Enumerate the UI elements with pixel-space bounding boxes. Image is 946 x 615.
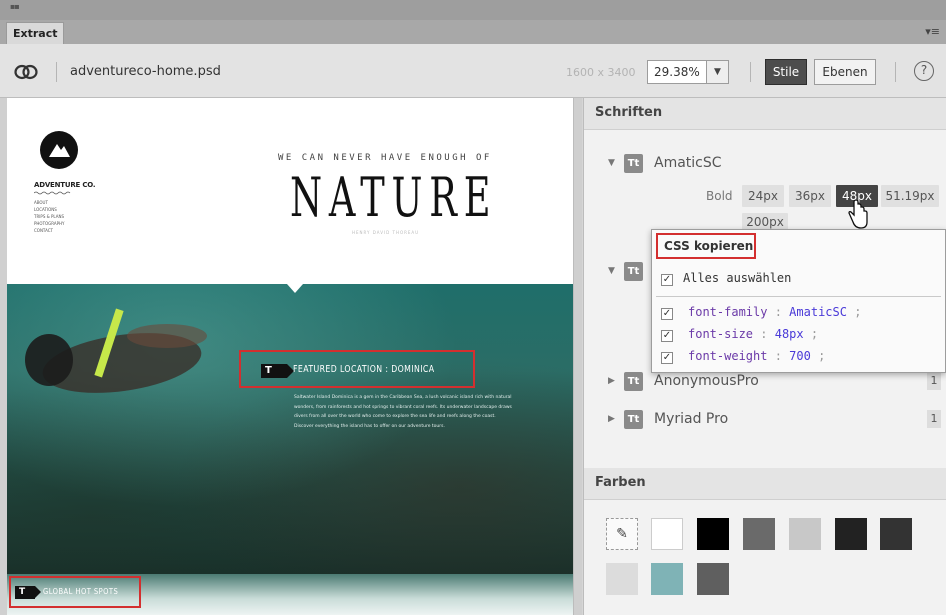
- font-item-myriad-pro[interactable]: ▶ Tt Myriad Pro 1: [584, 408, 946, 432]
- font-name: AmaticSC: [654, 155, 722, 171]
- color-swatch[interactable]: [651, 563, 683, 595]
- font-type-icon: Tt: [624, 372, 643, 391]
- filename-label: adventureco-home.psd: [70, 64, 221, 79]
- color-swatch[interactable]: [697, 563, 729, 595]
- panel-menu-icon[interactable]: ▾≡: [925, 25, 940, 38]
- font-name: Myriad Pro: [654, 411, 729, 427]
- color-swatch[interactable]: [835, 518, 867, 550]
- toolbar-divider: [895, 62, 896, 82]
- nav-item[interactable]: CONTACT: [34, 227, 64, 234]
- font-type-icon: Tt: [624, 262, 643, 281]
- hero-subtagline[interactable]: HENRY DAVID THOREAU: [352, 230, 419, 235]
- size-chip[interactable]: 24px: [742, 185, 784, 207]
- font-usage-count: 1: [927, 410, 941, 428]
- colors-section-header[interactable]: Farben: [584, 468, 946, 500]
- css-key: font-size: [688, 327, 754, 341]
- color-swatch[interactable]: [880, 518, 912, 550]
- nav-item[interactable]: PHOTOGRAPHY: [34, 220, 64, 227]
- hand-cursor-icon: [848, 200, 868, 229]
- color-swatch[interactable]: [743, 518, 775, 550]
- font-family-checkbox[interactable]: ✓: [661, 308, 673, 320]
- fonts-section-header[interactable]: Schriften: [584, 98, 946, 130]
- creative-cloud-icon[interactable]: [14, 64, 38, 80]
- css-copy-title[interactable]: CSS kopieren: [656, 233, 756, 259]
- expand-caret-icon[interactable]: ▶: [608, 414, 615, 424]
- ebenen-button[interactable]: Ebenen: [814, 59, 876, 85]
- tab-bar: [0, 20, 946, 44]
- css-value: AmaticSC: [789, 305, 847, 319]
- site-header[interactable]: ADVENTURE CO. ABOUT LOCATIONS TRIPS & PL…: [7, 98, 573, 284]
- panel-top-strip: ▪▪: [0, 0, 946, 20]
- document-dimensions: 1600 x 3400: [566, 66, 636, 79]
- zoom-dropdown-icon[interactable]: ▼: [707, 60, 729, 84]
- css-property-font-size[interactable]: font-size : 48px ;: [688, 327, 818, 341]
- size-chip[interactable]: 36px: [789, 185, 831, 207]
- font-item-amaticsc[interactable]: ▼ Tt AmaticSC: [584, 152, 946, 176]
- select-all-checkbox[interactable]: ✓: [661, 274, 673, 286]
- psd-document[interactable]: ADVENTURE CO. ABOUT LOCATIONS TRIPS & PL…: [7, 98, 573, 615]
- nav-item[interactable]: TRIPS & PLANS: [34, 213, 64, 220]
- wave-decoration-icon: [34, 191, 71, 195]
- css-property-font-family[interactable]: font-family : AmaticSC ;: [688, 305, 861, 319]
- featured-location-heading[interactable]: FEATURED LOCATION : DOMINICA: [293, 364, 434, 375]
- drag-grip-icon[interactable]: ▪▪: [10, 2, 20, 11]
- tab-extract[interactable]: Extract: [6, 22, 64, 44]
- logo-wordmark[interactable]: ADVENTURE CO.: [34, 181, 96, 189]
- font-type-icon: Tt: [624, 410, 643, 429]
- diver-image[interactable]: [17, 308, 227, 428]
- font-weight-label: Bold: [706, 189, 733, 203]
- extract-panel-window: ▪▪ Extract ▾≡ adventureco-home.psd 1600 …: [0, 0, 946, 615]
- text-layer-badge[interactable]: T: [15, 586, 41, 599]
- color-swatch[interactable]: [651, 518, 683, 550]
- font-item-anonymouspro[interactable]: ▶ Tt AnonymousPro 1: [584, 370, 946, 394]
- site-nav: ABOUT LOCATIONS TRIPS & PLANS PHOTOGRAPH…: [34, 199, 64, 234]
- font-type-icon: Tt: [624, 154, 643, 173]
- psd-preview-canvas[interactable]: ADVENTURE CO. ABOUT LOCATIONS TRIPS & PL…: [0, 98, 582, 615]
- eyedropper-icon[interactable]: ✎: [606, 518, 638, 550]
- expand-caret-icon[interactable]: ▶: [608, 376, 615, 386]
- global-hot-spots-heading[interactable]: GLOBAL HOT SPOTS: [43, 587, 118, 596]
- popup-divider: [656, 296, 941, 297]
- css-key: font-family: [688, 305, 768, 319]
- collapse-caret-icon[interactable]: ▼: [608, 266, 615, 276]
- featured-body-copy[interactable]: Saltwater Island Dominica is a gem in th…: [294, 393, 512, 431]
- font-size-checkbox[interactable]: ✓: [661, 330, 673, 342]
- nav-item[interactable]: LOCATIONS: [34, 206, 64, 213]
- font-weight-checkbox[interactable]: ✓: [661, 352, 673, 364]
- stile-button[interactable]: Stile: [765, 59, 807, 85]
- size-chip[interactable]: 51.19px: [881, 185, 939, 207]
- mountain-logo-icon[interactable]: [40, 131, 78, 169]
- canvas-scrollbar[interactable]: [573, 98, 582, 615]
- font-name: AnonymousPro: [654, 373, 759, 389]
- css-value: 48px: [774, 327, 804, 341]
- zoom-input[interactable]: 29.38%: [647, 60, 707, 84]
- hero-tagline[interactable]: WE CAN NEVER HAVE ENOUGH OF: [278, 153, 492, 163]
- font-usage-count: 1: [927, 372, 941, 390]
- color-swatch[interactable]: [606, 563, 638, 595]
- css-value: 700: [789, 349, 811, 363]
- css-property-font-weight[interactable]: font-weight : 700 ;: [688, 349, 825, 363]
- color-swatch[interactable]: [789, 518, 821, 550]
- header-notch: [287, 284, 303, 293]
- toolbar: adventureco-home.psd 1600 x 3400 29.38% …: [0, 44, 946, 98]
- text-layer-badge[interactable]: T: [261, 364, 294, 378]
- help-icon[interactable]: ?: [914, 61, 934, 81]
- css-key: font-weight: [688, 349, 768, 363]
- toolbar-divider: [750, 62, 751, 82]
- toolbar-divider: [56, 62, 57, 82]
- color-swatch[interactable]: [697, 518, 729, 550]
- nav-item[interactable]: ABOUT: [34, 199, 64, 206]
- collapse-caret-icon[interactable]: ▼: [608, 158, 615, 168]
- hero-headline[interactable]: NATURE: [290, 166, 497, 229]
- select-all-label[interactable]: Alles auswählen: [683, 271, 791, 285]
